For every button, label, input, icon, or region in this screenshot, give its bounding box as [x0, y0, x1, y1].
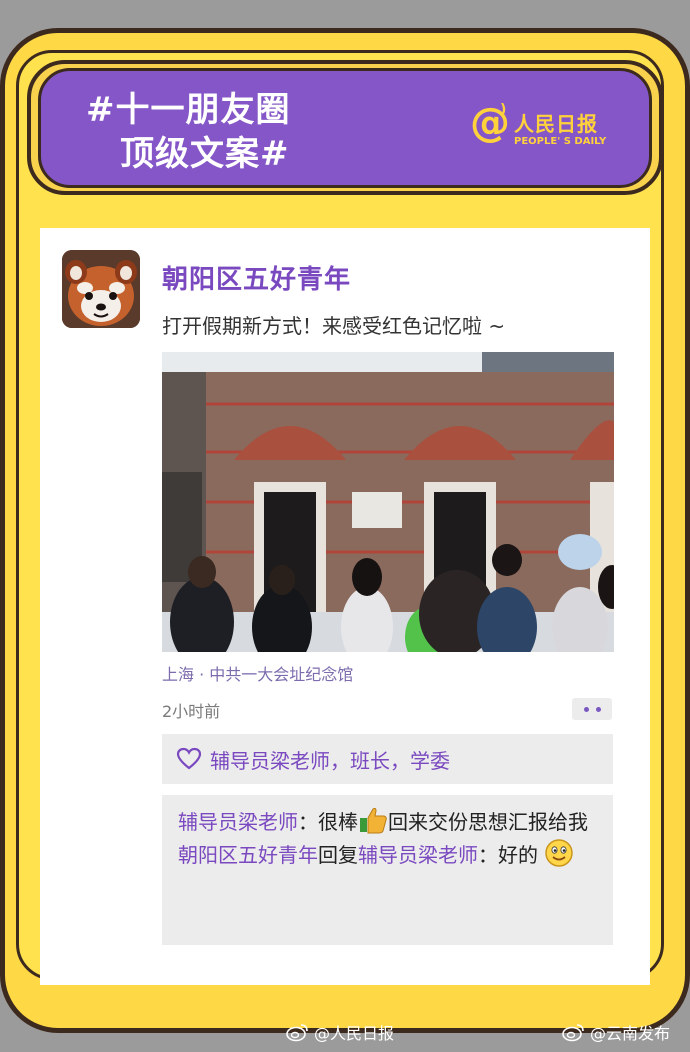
location-link[interactable]: 上海 · 中共一大会址纪念馆: [162, 661, 353, 685]
smile-emoji-icon: [545, 839, 574, 867]
signal-wave-icon: ): [500, 102, 507, 118]
comment-user[interactable]: 辅导员梁老师: [178, 810, 298, 834]
headline-line-1: #十一朋友圈: [86, 90, 291, 130]
watermark-yunnan: @云南发布: [562, 1020, 670, 1044]
dot-icon: [583, 706, 589, 712]
comment-separator: ：: [298, 810, 318, 834]
headline: #十一朋友圈 顶级文案#: [86, 88, 291, 176]
watermark-text: @云南发布: [590, 1024, 671, 1043]
comment-text: 回来交份思想汇报给我: [388, 810, 588, 834]
peoples-daily-logo: @ ) 人民日报 PEOPLE' S DAILY: [468, 100, 618, 156]
headline-line-2: 顶级文案#: [120, 134, 290, 174]
watermark-text: @人民日报: [314, 1024, 395, 1043]
poster-name[interactable]: 朝阳区五好青年: [162, 259, 351, 296]
comment-1: 辅导员梁老师：很棒 回来交份思想汇报给我: [178, 805, 597, 838]
comment-2: 朝阳区五好青年回复辅导员梁老师：好的: [178, 838, 597, 871]
comment-user[interactable]: 朝阳区五好青年: [178, 843, 318, 867]
post-text: 打开假期新方式！来感受红色记忆啦 ~: [162, 314, 506, 338]
watermark-peoples-daily: @人民日报: [286, 1020, 394, 1044]
brand-subtitle: PEOPLE' S DAILY: [514, 136, 607, 147]
comment-separator: ：: [478, 843, 498, 867]
comments-box: 辅导员梁老师：很棒 回来交份思想汇报给我 朝阳区五好青年回复辅导员梁老师：好的: [162, 795, 613, 945]
avatar[interactable]: [62, 250, 140, 328]
post-photo[interactable]: [162, 352, 614, 652]
memorial-hall-photo: [162, 352, 614, 652]
brand-name: 人民日报: [514, 112, 598, 136]
thumbs-up-icon: [360, 807, 387, 834]
heart-icon: [176, 747, 202, 770]
likes-names[interactable]: 辅导员梁老师，班长，学委: [210, 745, 450, 774]
dot-icon: [595, 706, 601, 712]
reply-word: 回复: [318, 843, 358, 867]
post-time: 2小时前: [162, 702, 221, 721]
weibo-icon: [286, 1024, 308, 1042]
likes-bar: 辅导员梁老师，班长，学委: [162, 734, 613, 784]
weibo-icon: [562, 1024, 584, 1042]
more-actions-button[interactable]: [572, 698, 612, 720]
reply-to-user[interactable]: 辅导员梁老师: [358, 843, 478, 867]
red-panda-avatar-icon: [62, 250, 140, 328]
comment-text: 很棒: [318, 810, 358, 834]
comment-text: 好的: [498, 843, 538, 867]
